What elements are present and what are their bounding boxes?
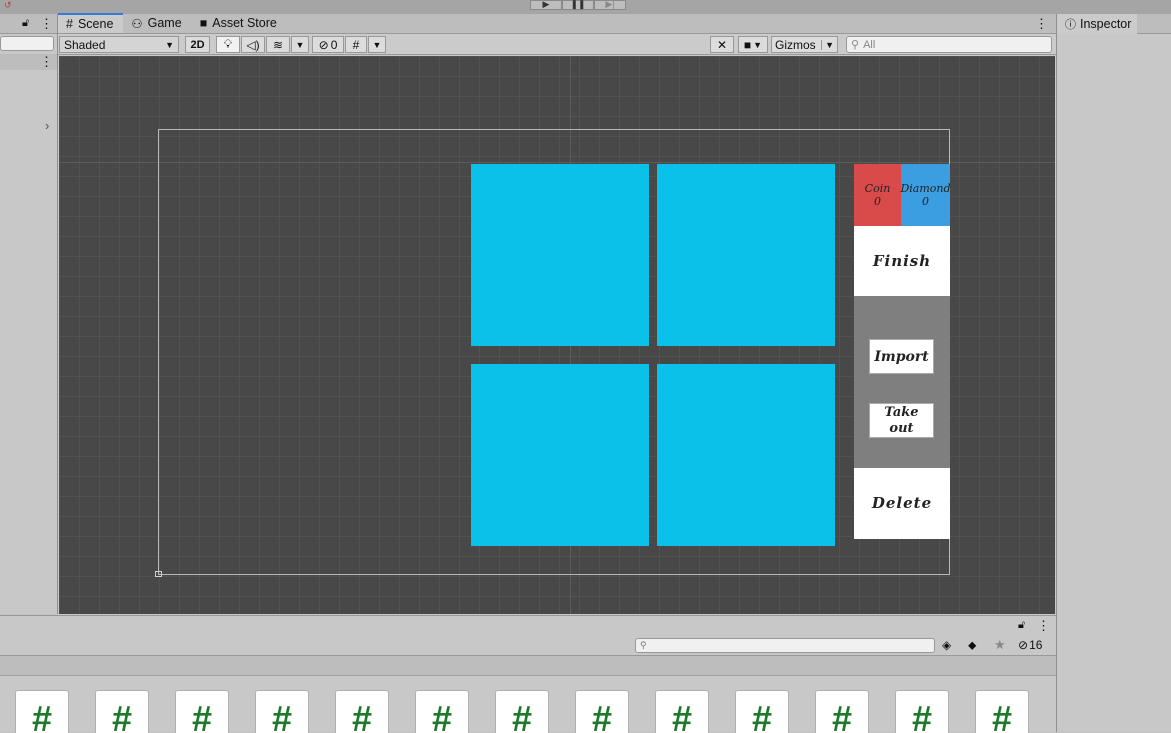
grid-toggle-icon[interactable]: # <box>345 36 367 53</box>
script-file-icon[interactable]: # <box>415 690 469 733</box>
tab-label: Inspector <box>1080 17 1132 31</box>
grid-tile[interactable] <box>657 364 835 546</box>
project-breadcrumb <box>0 656 1056 676</box>
side-panel: Coin 0 Diamond 0 Finish Import Take out … <box>854 164 951 539</box>
2d-toggle-button[interactable]: 2D <box>185 36 210 53</box>
coin-value: 0 <box>874 195 881 208</box>
project-search-input[interactable]: ⚲ <box>635 638 935 653</box>
draw-mode-value: Shaded <box>64 37 106 52</box>
scene-view: # Scene ⚇ Game ■ Asset Store ⋮ Shaded ▼ … <box>58 13 1056 615</box>
tab-game[interactable]: ⚇ Game <box>123 13 191 33</box>
script-file-icon[interactable]: # <box>335 690 389 733</box>
info-icon: ⓘ <box>1065 19 1076 31</box>
chevron-right-icon[interactable]: › <box>45 118 49 133</box>
dropdown-arrow-icon: ▼ <box>165 39 174 50</box>
search-placeholder: All <box>863 38 876 51</box>
script-file-icon[interactable]: # <box>815 690 869 733</box>
tab-scene[interactable]: # Scene <box>58 13 124 33</box>
lock-icon[interactable]: 🔓︎ <box>1018 619 1025 632</box>
play-controls: ▶ ❚❚ ▶| <box>530 0 626 10</box>
dropdown-arrow-icon: ▼ <box>753 39 763 50</box>
asset-grid: # # # # # # # # # # # # # <box>15 690 1045 733</box>
grid-icon: # <box>66 17 73 31</box>
script-file-icon[interactable]: # <box>175 690 229 733</box>
lighting-toggle-icon[interactable]: 💡︎ <box>216 36 240 53</box>
tab-label: Asset Store <box>212 16 277 30</box>
grid-tile[interactable] <box>471 364 649 546</box>
script-file-icon[interactable]: # <box>95 690 149 733</box>
audio-toggle-icon[interactable]: ◁) <box>241 36 265 53</box>
script-file-icon[interactable]: # <box>975 690 1029 733</box>
tools-icon[interactable]: ✕ <box>710 36 734 53</box>
diamond-counter: Diamond 0 <box>900 164 951 226</box>
script-file-icon[interactable]: # <box>735 690 789 733</box>
step-button[interactable]: ▶| <box>594 0 626 10</box>
grid-tile[interactable] <box>657 164 835 346</box>
label-tag-icon[interactable]: ⬥ <box>968 638 976 653</box>
pause-button[interactable]: ❚❚ <box>562 0 594 10</box>
effects-toggle-icon[interactable]: ≋ <box>266 36 290 53</box>
script-file-icon[interactable]: # <box>15 690 69 733</box>
diamond-value: 0 <box>922 195 929 208</box>
play-button[interactable]: ▶ <box>530 0 562 10</box>
scene-options-icon[interactable]: ⋮ <box>40 54 53 70</box>
tab-inspector[interactable]: ⓘ Inspector <box>1057 14 1137 34</box>
camera-dropdown[interactable]: ■ ▼ <box>738 36 768 53</box>
tab-label: Game <box>147 16 182 30</box>
more-options-icon[interactable]: ⋮ <box>40 16 53 32</box>
script-file-icon[interactable]: # <box>575 690 629 733</box>
script-file-icon[interactable]: # <box>495 690 549 733</box>
script-file-icon[interactable]: # <box>255 690 309 733</box>
eye-slash-icon: ⊘ <box>318 37 329 52</box>
more-options-icon[interactable]: ⋮ <box>1035 16 1048 32</box>
scene-toolbar: Shaded ▼ 2D 💡︎ ◁) ≋ ▼ ⊘ 0 # ▼ ✕ ■ ▼ Gizmo… <box>58 34 1056 55</box>
eye-slash-icon: ⊘ <box>1018 638 1029 652</box>
more-options-icon[interactable]: ⋮ <box>1037 618 1050 634</box>
dropdown-arrow-icon: ▼ <box>821 39 834 50</box>
scene-viewport[interactable]: Coin 0 Diamond 0 Finish Import Take out … <box>59 56 1055 614</box>
search-icon: ⚲ <box>640 640 647 650</box>
hierarchy-search-input[interactable] <box>0 36 54 51</box>
delete-button[interactable]: Delete <box>854 468 950 538</box>
scene-search-input[interactable]: ⚲ All <box>846 36 1052 53</box>
script-file-icon[interactable]: # <box>895 690 949 733</box>
lock-icon[interactable]: 🔓︎ <box>22 17 29 30</box>
script-file-icon[interactable]: # <box>655 690 709 733</box>
effects-dropdown-icon[interactable]: ▼ <box>291 36 309 53</box>
import-button[interactable]: Import <box>869 339 934 374</box>
coin-label: Coin <box>864 182 891 195</box>
undo-history-icon[interactable]: ↺ <box>4 0 34 10</box>
project-panel: 🔓︎ ⋮ ⚲ ◈ ⬥ ★ ⊘ 16 # # # # # # # # # # # # # <box>0 615 1056 733</box>
action-group: Import Take out <box>854 296 950 468</box>
hidden-packages-toggle[interactable]: ⊘ 16 <box>1018 638 1042 652</box>
search-icon: ⚲ <box>851 39 860 51</box>
filter-type-icon[interactable]: ◈ <box>942 638 951 652</box>
favorite-star-icon[interactable]: ★ <box>994 637 1006 653</box>
camera-icon: ■ <box>743 37 752 52</box>
bag-icon: ■ <box>199 16 208 30</box>
draw-mode-dropdown[interactable]: Shaded ▼ <box>59 36 179 53</box>
tab-asset-store[interactable]: ■ Asset Store <box>192 13 287 33</box>
hierarchy-panel: 🔓︎ ⋮ ⋮ › <box>0 14 58 614</box>
finish-button[interactable]: Finish <box>854 226 950 296</box>
gamepad-icon: ⚇ <box>131 16 143 31</box>
canvas-anchor-handle[interactable] <box>155 571 162 577</box>
tab-label: Scene <box>77 17 114 31</box>
hidden-count: 16 <box>1029 638 1043 652</box>
grid-tile[interactable] <box>471 164 649 346</box>
gizmos-label: Gizmos <box>775 37 816 52</box>
gizmos-dropdown[interactable]: Gizmos ▼ <box>771 36 838 53</box>
diamond-label: Diamond <box>900 182 951 195</box>
scene-tabs: # Scene ⚇ Game ■ Asset Store ⋮ <box>58 13 1056 34</box>
take-out-button[interactable]: Take out <box>869 403 934 438</box>
hidden-count: 0 <box>330 37 338 52</box>
coin-counter: Coin 0 <box>854 164 901 226</box>
hidden-objects-toggle[interactable]: ⊘ 0 <box>312 36 344 53</box>
grid-dropdown-icon[interactable]: ▼ <box>368 36 386 53</box>
inspector-panel: ⓘ Inspector <box>1056 14 1171 732</box>
